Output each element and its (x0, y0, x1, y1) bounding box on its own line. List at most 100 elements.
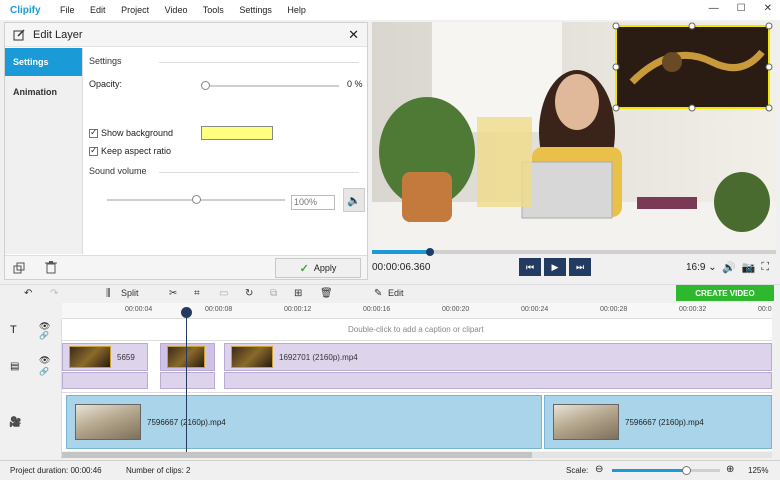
copy-icon[interactable] (13, 262, 25, 274)
minimize-button[interactable]: — (709, 3, 719, 14)
scrubber-progress (372, 250, 429, 254)
overlay-layer[interactable] (615, 25, 770, 109)
trash-icon[interactable] (45, 261, 57, 274)
edit-icon[interactable]: ✎ (374, 288, 382, 299)
section-settings-title: Settings (89, 56, 356, 66)
scale-label: Scale: (566, 466, 589, 475)
show-background-checkbox[interactable] (89, 127, 98, 138)
redo-icon[interactable]: ↷ (50, 288, 58, 299)
link-icon[interactable]: 🔗 (39, 367, 49, 376)
close-icon[interactable]: ✕ (348, 27, 359, 43)
close-window-button[interactable]: ✕ (764, 3, 772, 14)
create-video-button[interactable]: CREATE VIDEO (676, 285, 774, 301)
frame-icon[interactable]: ▭ (219, 288, 228, 299)
menu-tools[interactable]: Tools (203, 5, 224, 15)
timeline-scrollbar[interactable] (62, 452, 772, 458)
scale-knob[interactable] (682, 466, 691, 475)
video-track-icon: 🎥 (9, 417, 22, 428)
scale-slider[interactable] (612, 466, 720, 475)
scale-value: 125% (748, 466, 769, 475)
menu-file[interactable]: File (60, 5, 75, 15)
overlay-clip-selected[interactable] (160, 343, 215, 371)
link-icon[interactable]: 🔗 (39, 331, 49, 340)
volume-input[interactable]: 100% (291, 195, 335, 210)
crop-icon[interactable]: ⌗ (194, 288, 200, 299)
previous-icon[interactable]: ⏮ (519, 258, 541, 276)
aspect-ratio-select[interactable]: 16:9 ⌄ (686, 262, 717, 273)
scale-fill (612, 469, 686, 472)
apply-button[interactable]: ✓ Apply (275, 258, 361, 278)
timeline-ruler[interactable]: 00:00:04 00:00:08 00:00:12 00:00:16 00:0… (62, 303, 772, 319)
keep-aspect-checkbox[interactable] (89, 145, 98, 156)
video-clip[interactable]: 7596667 (2160p).mp4 (544, 395, 772, 449)
undo-icon[interactable]: ↶ (24, 288, 32, 299)
project-duration: Project duration: 00:00:46 (10, 466, 102, 475)
overlay-audio-strip[interactable] (62, 372, 148, 389)
opacity-slider[interactable] (201, 81, 339, 90)
panel-tabs: Settings Animation (5, 48, 83, 254)
rotate-icon[interactable]: ↻ (245, 288, 253, 299)
tab-animation[interactable]: Animation (5, 78, 82, 106)
edit-layer-icon (13, 28, 25, 40)
overlay-track[interactable]: 5659 1692701 (2160p).mp4 (62, 341, 772, 393)
speaker-icon[interactable]: 🔈 (343, 188, 365, 212)
delete-clip-icon[interactable]: 🗑 (320, 288, 333, 299)
text-track-icon: T (10, 324, 17, 336)
overlay-audio-strip[interactable] (160, 372, 215, 389)
maximize-button[interactable]: ☐ (737, 3, 746, 14)
ruler-tick: 00:00:08 (205, 306, 233, 313)
add-layer-icon[interactable]: ⊞ (294, 288, 302, 299)
opacity-value: 0 % (347, 79, 363, 89)
clip-thumbnail (69, 346, 111, 368)
scrollbar-thumb[interactable] (62, 452, 532, 458)
snapshot-camera-icon[interactable]: 📷 (742, 261, 756, 274)
scissors-icon[interactable]: ✂ (169, 288, 177, 299)
fullscreen-icon[interactable]: ⛶ (761, 261, 769, 274)
video-preview[interactable] (372, 22, 776, 250)
volume-icon[interactable]: 🔊 (722, 261, 736, 274)
video-clip[interactable]: 7596667 (2160p).mp4 (66, 395, 542, 449)
menu-help[interactable]: Help (287, 5, 306, 15)
panel-header: Edit Layer ✕ (5, 23, 367, 47)
menu-settings[interactable]: Settings (239, 5, 272, 15)
overlay-audio-strip[interactable] (224, 372, 772, 389)
ruler-tick: 00:0 (758, 306, 772, 313)
clip-thumbnail (553, 404, 619, 440)
panel-title: Edit Layer (33, 28, 83, 41)
next-icon[interactable]: ⏭ (569, 258, 591, 276)
preview-scrubber[interactable] (372, 248, 776, 256)
split-button[interactable]: Split (121, 288, 139, 298)
keep-aspect-row[interactable]: Keep aspect ratio (89, 145, 171, 156)
ruler-tick: 00:00:04 (125, 306, 153, 313)
volume-slider-knob[interactable] (192, 195, 201, 204)
overlay-clip[interactable]: 5659 (62, 343, 148, 371)
split-icon[interactable]: ⫼ (106, 288, 111, 299)
menu-video[interactable]: Video (165, 5, 188, 15)
caption-track[interactable]: Double-click to add a caption or clipart (62, 319, 772, 341)
opacity-slider-knob[interactable] (201, 81, 210, 90)
preview-frame-image (372, 22, 776, 250)
status-bar: Project duration: 00:00:46 Number of cli… (0, 460, 780, 480)
ruler-tick: 00:00:20 (442, 306, 470, 313)
menu-project[interactable]: Project (121, 5, 149, 15)
zoom-out-icon[interactable]: ⊖ (595, 464, 603, 475)
eye-icon[interactable]: 👁 (39, 355, 50, 366)
ruler-tick: 00:00:12 (284, 306, 312, 313)
opacity-label: Opacity: (89, 79, 123, 89)
zoom-in-icon[interactable]: ⊕ (726, 464, 734, 475)
edit-button[interactable]: Edit (388, 288, 404, 298)
main-video-track[interactable]: 7596667 (2160p).mp4 7596667 (2160p).mp4 (62, 393, 772, 451)
transition-icon[interactable]: ⧉ (270, 288, 277, 299)
playhead-line (186, 308, 187, 452)
overlay-clip[interactable]: 1692701 (2160p).mp4 (224, 343, 772, 371)
playhead-handle[interactable] (181, 307, 192, 318)
show-background-row[interactable]: Show background (89, 127, 173, 138)
panel-content: Settings Opacity: 0 % Show background Ke… (87, 48, 365, 254)
tab-settings[interactable]: Settings (5, 48, 82, 76)
track-headers: T 👁 🔗 ▤ 👁 🔗 🎥 (0, 319, 62, 459)
play-icon[interactable]: ▶ (544, 258, 566, 276)
volume-slider[interactable] (107, 195, 285, 204)
scrubber-handle[interactable] (425, 248, 434, 256)
menu-edit[interactable]: Edit (90, 5, 106, 15)
background-color-swatch[interactable] (201, 126, 273, 140)
